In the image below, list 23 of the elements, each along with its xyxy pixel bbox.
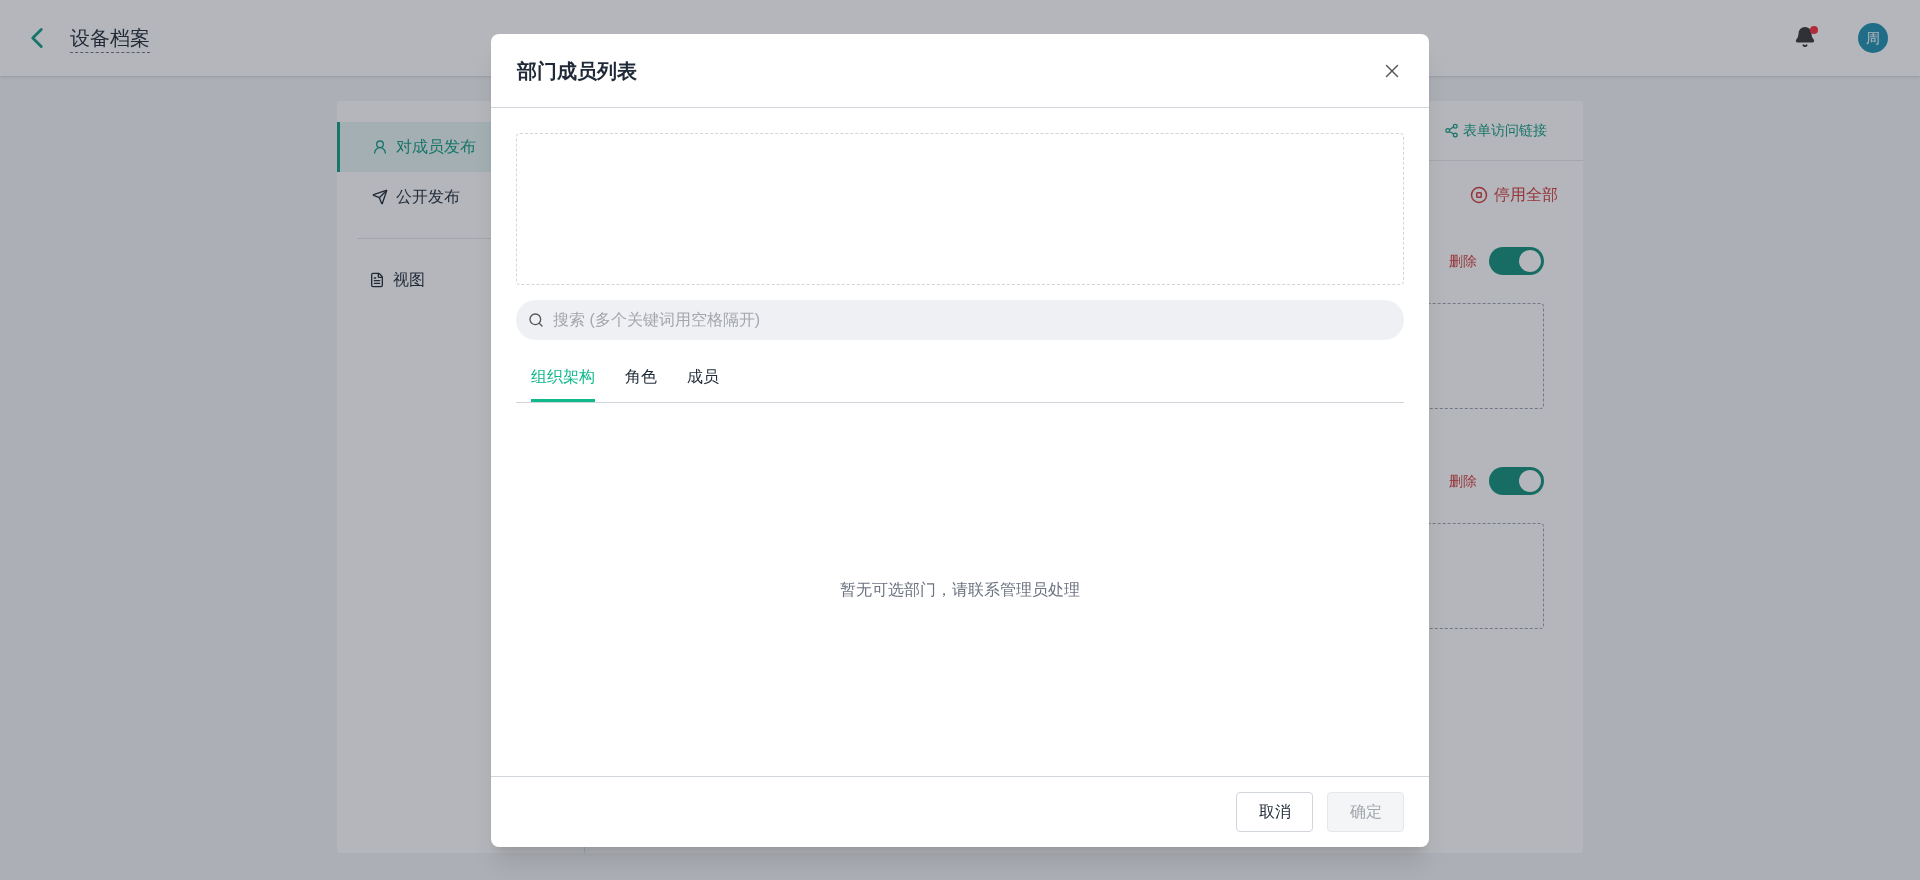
toggle-switch[interactable] (1489, 467, 1544, 495)
search-icon (528, 312, 544, 328)
share-icon (1444, 123, 1459, 138)
empty-message: 暂无可选部门，请联系管理员处理 (840, 579, 1080, 600)
send-icon (372, 189, 388, 205)
dialog-title: 部门成员列表 (517, 58, 637, 84)
user-icon (372, 139, 388, 155)
cancel-button[interactable]: 取消 (1236, 792, 1313, 832)
bell-icon[interactable] (1794, 26, 1818, 50)
form-link[interactable]: 表单访问链接 (1444, 120, 1547, 141)
disable-all-button[interactable]: 停用全部 (1470, 183, 1558, 207)
delete-button[interactable]: 删除 (1449, 250, 1477, 272)
stop-icon (1470, 186, 1488, 204)
page-title: 设备档案 (70, 23, 150, 53)
search-field[interactable]: 搜索 (多个关键词用空格隔开) (516, 300, 1404, 340)
toggle-switch[interactable] (1489, 247, 1544, 275)
list-icon (369, 272, 385, 288)
tab[interactable]: 角色 (625, 355, 657, 402)
tab[interactable]: 成员 (687, 355, 719, 402)
tab[interactable]: 组织架构 (531, 355, 595, 402)
sidebar-item[interactable]: 公开发布 (337, 172, 584, 222)
delete-button[interactable]: 删除 (1449, 470, 1477, 492)
user-avatar[interactable]: 周 (1858, 23, 1888, 53)
